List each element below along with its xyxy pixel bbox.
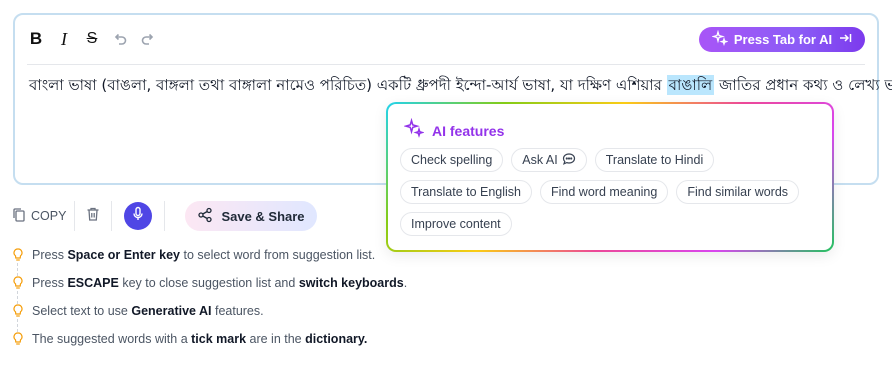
tip-connector (17, 319, 18, 332)
tip-connector (17, 263, 18, 276)
tip-item: Press ESCAPE key to close suggestion lis… (12, 276, 407, 304)
ai-features-header: AI features (403, 117, 505, 143)
lightbulb-icon (12, 332, 24, 346)
bold-button[interactable]: B (27, 29, 45, 49)
tip-item: The suggested words with a tick mark are… (12, 332, 407, 360)
tip-connector (17, 291, 18, 304)
press-tab-for-ai-button[interactable]: Press Tab for AI (699, 27, 865, 52)
chip-label: Translate to English (411, 185, 522, 199)
ask-ai-chip[interactable]: Ask AI (511, 148, 587, 172)
action-divider (164, 201, 166, 231)
action-divider (74, 201, 76, 231)
ai-button-label: Press Tab for AI (733, 32, 833, 47)
formatting-toolbar: B I S (27, 29, 157, 49)
ai-features-popup: AI features Check spelling Ask AI Transl… (386, 102, 834, 252)
tip-text: Select text to use Generative AI feature… (32, 304, 264, 318)
improve-content-chip[interactable]: Improve content (400, 212, 512, 236)
tip-text: The suggested words with a tick mark are… (32, 332, 368, 346)
chip-label: Find similar words (687, 185, 789, 199)
find-word-meaning-chip[interactable]: Find word meaning (540, 180, 669, 204)
copy-label: COPY (31, 209, 67, 223)
mic-icon (131, 206, 145, 227)
share-label: Save & Share (221, 208, 305, 224)
translate-to-english-chip[interactable]: Translate to English (400, 180, 533, 204)
check-spelling-chip[interactable]: Check spelling (400, 148, 504, 172)
editor-actions: COPY Save & Share (12, 201, 317, 231)
share-icon (197, 207, 213, 226)
tip-text: Press Space or Enter key to select word … (32, 248, 376, 262)
voice-input-button[interactable] (124, 202, 153, 230)
tab-arrow-icon (838, 31, 852, 48)
sparkle-icon (711, 29, 729, 49)
tip-item: Press Space or Enter key to select word … (12, 248, 407, 276)
lightbulb-icon (12, 248, 24, 262)
usage-tips: Press Space or Enter key to select word … (12, 248, 407, 360)
trash-icon (86, 206, 100, 227)
copy-button[interactable]: COPY (12, 207, 66, 226)
strikethrough-button[interactable]: S (83, 29, 101, 49)
italic-button[interactable]: I (55, 29, 73, 49)
undo-icon[interactable] (111, 29, 129, 49)
chip-label: Translate to Hindi (605, 153, 704, 167)
redo-icon[interactable] (139, 29, 157, 49)
lightbulb-icon (12, 304, 24, 318)
find-similar-words-chip[interactable]: Find similar words (676, 180, 800, 204)
editor-text-end: জাতির প্রধান কথ্য ও লেখ্য ভাষা। (718, 76, 892, 94)
chip-label: Check spelling (411, 153, 493, 167)
chip-label: Improve content (411, 217, 501, 231)
save-and-share-button[interactable]: Save & Share (185, 201, 317, 231)
chat-bubble-icon (562, 152, 576, 169)
lightbulb-icon (12, 276, 24, 290)
delete-button[interactable] (85, 206, 101, 227)
editor-content[interactable]: বাংলা ভাষা (বাঙলা, বাঙ্গলা তথা বাঙ্গালা … (29, 74, 892, 99)
selected-word[interactable]: বাঙালি (666, 75, 715, 95)
action-divider (111, 201, 113, 231)
editor-text-start: বাংলা ভাষা (বাঙলা, বাঙ্গলা তথা বাঙ্গালা … (29, 76, 667, 94)
chip-label: Find word meaning (551, 185, 658, 199)
tip-item: Select text to use Generative AI feature… (12, 304, 407, 332)
ai-features-title: AI features (432, 122, 505, 139)
copy-icon (12, 207, 26, 226)
tip-text: Press ESCAPE key to close suggestion lis… (32, 276, 408, 290)
sparkle-icon (403, 117, 425, 143)
translate-to-hindi-chip[interactable]: Translate to Hindi (594, 148, 715, 172)
ai-feature-chips: Check spelling Ask AI Translate to Hindi… (400, 148, 820, 236)
chip-label: Ask AI (522, 153, 558, 167)
toolbar-divider (27, 64, 865, 65)
